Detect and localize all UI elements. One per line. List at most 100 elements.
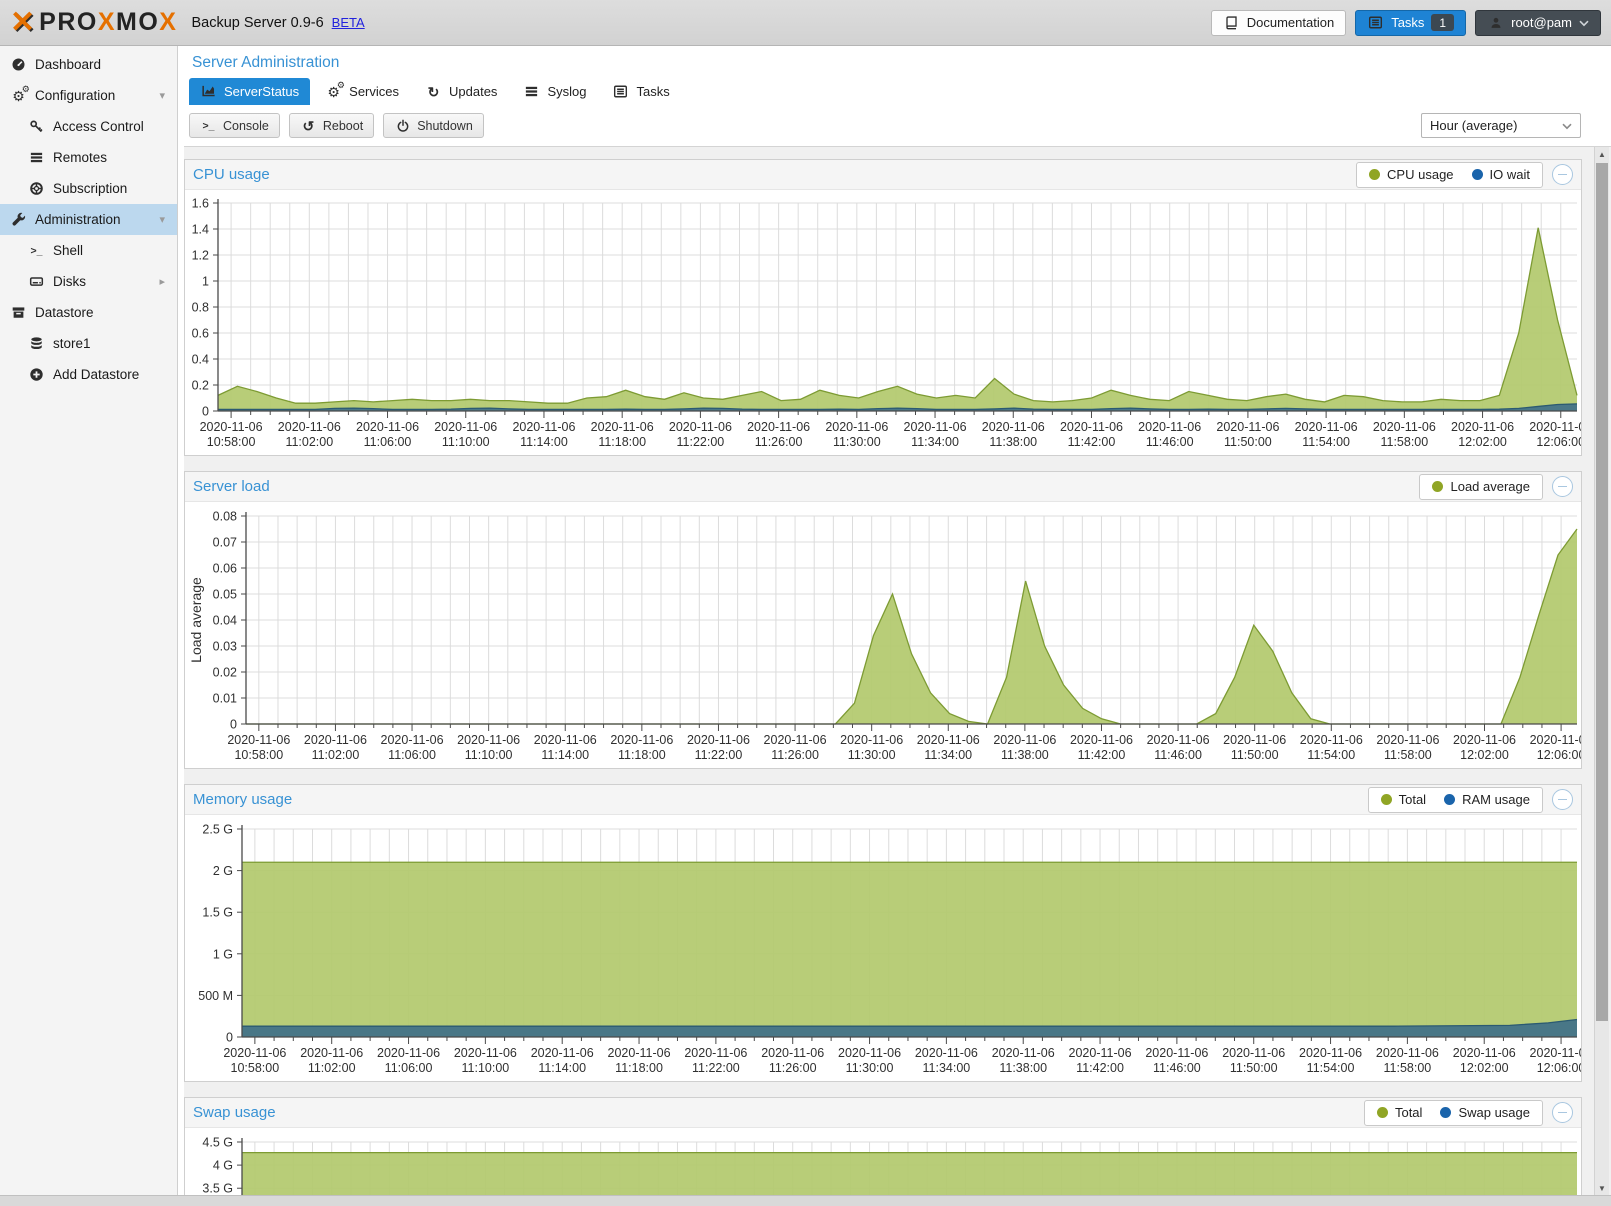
scrollbar-thumb[interactable]	[1596, 163, 1608, 1021]
collapse-panel-button[interactable]	[1552, 476, 1573, 497]
reboot-button[interactable]: ↺Reboot	[289, 113, 374, 138]
sidebar-item-label: Access Control	[53, 119, 144, 134]
scroll-up-arrow-icon[interactable]: ▲	[1595, 147, 1609, 162]
svg-text:2020-11-0610:58:00: 2020-11-0610:58:00	[227, 733, 290, 762]
svg-text:2020-11-0611:26:00: 2020-11-0611:26:00	[764, 733, 827, 762]
terminal-icon: >_	[200, 120, 217, 132]
gears-icon: ⚙⚙	[10, 89, 27, 103]
svg-text:0: 0	[230, 718, 237, 732]
panel-header: Memory usageTotalRAM usage	[185, 785, 1581, 815]
sidebar-item-access-control[interactable]: Access Control	[0, 111, 177, 142]
svg-text:2020-11-0612:02:00: 2020-11-0612:02:00	[1453, 733, 1516, 762]
top-bar: ✕ PROXMOX Backup Server 0.9-6 BETA Docum…	[0, 0, 1611, 46]
tab-tasks[interactable]: Tasks	[601, 78, 680, 105]
legend-item-ram-usage[interactable]: RAM usage	[1444, 792, 1530, 807]
svg-text:0.07: 0.07	[213, 536, 237, 550]
collapse-panel-button[interactable]	[1552, 789, 1573, 810]
tasks-icon	[612, 84, 629, 99]
svg-text:2020-11-0611:46:00: 2020-11-0611:46:00	[1147, 733, 1210, 762]
sidebar-item-remotes[interactable]: Remotes	[0, 142, 177, 173]
svg-text:2020-11-0610:58:00: 2020-11-0610:58:00	[200, 420, 263, 449]
tab-bar: ServerStatus⚙⚙Services↻UpdatesSyslogTask…	[189, 77, 1611, 105]
svg-text:2020-11-0611:02:00: 2020-11-0611:02:00	[278, 420, 341, 449]
legend-dot	[1432, 481, 1443, 492]
sidebar-item-disks[interactable]: Disks▸	[0, 266, 177, 297]
tab-services[interactable]: ⚙⚙Services	[314, 78, 410, 105]
svg-text:0.03: 0.03	[213, 640, 237, 654]
svg-text:0: 0	[202, 405, 209, 419]
svg-text:0.2: 0.2	[192, 379, 209, 393]
sidebar-item-label: Add Datastore	[53, 367, 139, 382]
chevron-down-icon	[1562, 118, 1572, 133]
tab-serverstatus[interactable]: ServerStatus	[189, 78, 310, 105]
scroll-down-arrow-icon[interactable]: ▼	[1595, 1181, 1609, 1196]
chart-memory-usage: 0500 M1 G1.5 G2 G2.5 G2020-11-0610:58:00…	[185, 815, 1581, 1081]
sidebar-item-configuration[interactable]: ⚙⚙Configuration▾	[0, 80, 177, 111]
vertical-scrollbar[interactable]: ▲ ▼	[1594, 147, 1609, 1196]
svg-text:1 G: 1 G	[213, 947, 233, 961]
minus-icon	[1558, 174, 1567, 176]
shutdown-button[interactable]: Shutdown	[383, 113, 484, 138]
sidebar-item-administration[interactable]: Administration▾	[0, 204, 177, 235]
sidebar-item-shell[interactable]: >_Shell	[0, 235, 177, 266]
list-icon	[28, 150, 45, 165]
toolbar-buttons: >_Console ↺Reboot Shutdown	[189, 113, 493, 138]
sidebar-item-datastore[interactable]: Datastore	[0, 297, 177, 328]
svg-text:0.04: 0.04	[213, 614, 237, 628]
console-button[interactable]: >_Console	[189, 113, 280, 138]
dashboard-icon	[10, 57, 27, 72]
proxmox-backup-server-window: ✕ PROXMOX Backup Server 0.9-6 BETA Docum…	[0, 0, 1611, 1206]
sidebar-item-dashboard[interactable]: Dashboard	[0, 49, 177, 80]
svg-text:2020-11-0611:54:00: 2020-11-0611:54:00	[1299, 1046, 1362, 1075]
svg-text:3.5 G: 3.5 G	[202, 1182, 233, 1196]
legend-label: CPU usage	[1387, 167, 1453, 182]
tab-label: Services	[349, 84, 399, 99]
panel-title: Swap usage	[193, 1104, 276, 1121]
time-range-select[interactable]: Hour (average)	[1421, 113, 1581, 138]
legend-item-total[interactable]: Total	[1381, 792, 1426, 807]
svg-text:500 M: 500 M	[198, 989, 233, 1003]
button-label: Reboot	[323, 119, 363, 133]
legend-dot	[1369, 169, 1380, 180]
svg-text:2020-11-0611:22:00: 2020-11-0611:22:00	[687, 733, 750, 762]
sidebar-item-label: Disks	[53, 274, 86, 289]
key-icon	[28, 119, 45, 134]
refresh-icon: ↻	[425, 85, 442, 99]
user-menu-button[interactable]: root@pam	[1475, 10, 1601, 36]
legend-item-io-wait[interactable]: IO wait	[1472, 167, 1530, 182]
sidebar-item-label: Dashboard	[35, 57, 101, 72]
legend-item-cpu-usage[interactable]: CPU usage	[1369, 167, 1453, 182]
documentation-button[interactable]: Documentation	[1211, 10, 1346, 36]
tab-syslog[interactable]: Syslog	[512, 78, 597, 105]
tasks-button[interactable]: Tasks 1	[1355, 10, 1466, 36]
legend-item-total[interactable]: Total	[1377, 1105, 1422, 1120]
tasks-count-badge: 1	[1431, 14, 1454, 31]
svg-text:2020-11-0611:58:00: 2020-11-0611:58:00	[1373, 420, 1436, 449]
sidebar-item-store1[interactable]: store1	[0, 328, 177, 359]
memory-usage-panel: Memory usageTotalRAM usage0500 M1 G1.5 G…	[184, 784, 1582, 1082]
svg-text:2020-11-0612:02:00: 2020-11-0612:02:00	[1451, 420, 1514, 449]
svg-text:2 G: 2 G	[213, 864, 233, 878]
svg-text:2020-11-0611:02:00: 2020-11-0611:02:00	[304, 733, 367, 762]
sidebar-item-label: Shell	[53, 243, 83, 258]
legend-item-load-average[interactable]: Load average	[1432, 479, 1530, 494]
collapse-panel-button[interactable]	[1552, 164, 1573, 185]
collapse-panel-button[interactable]	[1552, 1102, 1573, 1123]
svg-text:2020-11-0611:18:00: 2020-11-0611:18:00	[610, 733, 673, 762]
svg-text:2020-11-0611:50:00: 2020-11-0611:50:00	[1222, 1046, 1285, 1075]
svg-text:1.4: 1.4	[192, 223, 209, 237]
tab-updates[interactable]: ↻Updates	[414, 78, 508, 105]
svg-text:2020-11-0611:22:00: 2020-11-0611:22:00	[684, 1046, 747, 1075]
legend-dot	[1444, 794, 1455, 805]
legend-item-swap-usage[interactable]: Swap usage	[1440, 1105, 1530, 1120]
sidebar-item-add-datastore[interactable]: Add Datastore	[0, 359, 177, 390]
svg-text:2020-11-0611:38:00: 2020-11-0611:38:00	[993, 733, 1056, 762]
svg-text:2020-11-0611:42:00: 2020-11-0611:42:00	[1060, 420, 1123, 449]
svg-text:4.5 G: 4.5 G	[202, 1136, 233, 1150]
sidebar-item-subscription[interactable]: Subscription	[0, 173, 177, 204]
panel-body: 00.010.020.030.040.050.060.070.082020-11…	[185, 502, 1581, 768]
svg-text:Load average: Load average	[188, 577, 204, 663]
beta-link[interactable]: BETA	[332, 15, 365, 30]
svg-text:0.06: 0.06	[213, 562, 237, 576]
svg-text:2020-11-0611:06:00: 2020-11-0611:06:00	[381, 733, 444, 762]
